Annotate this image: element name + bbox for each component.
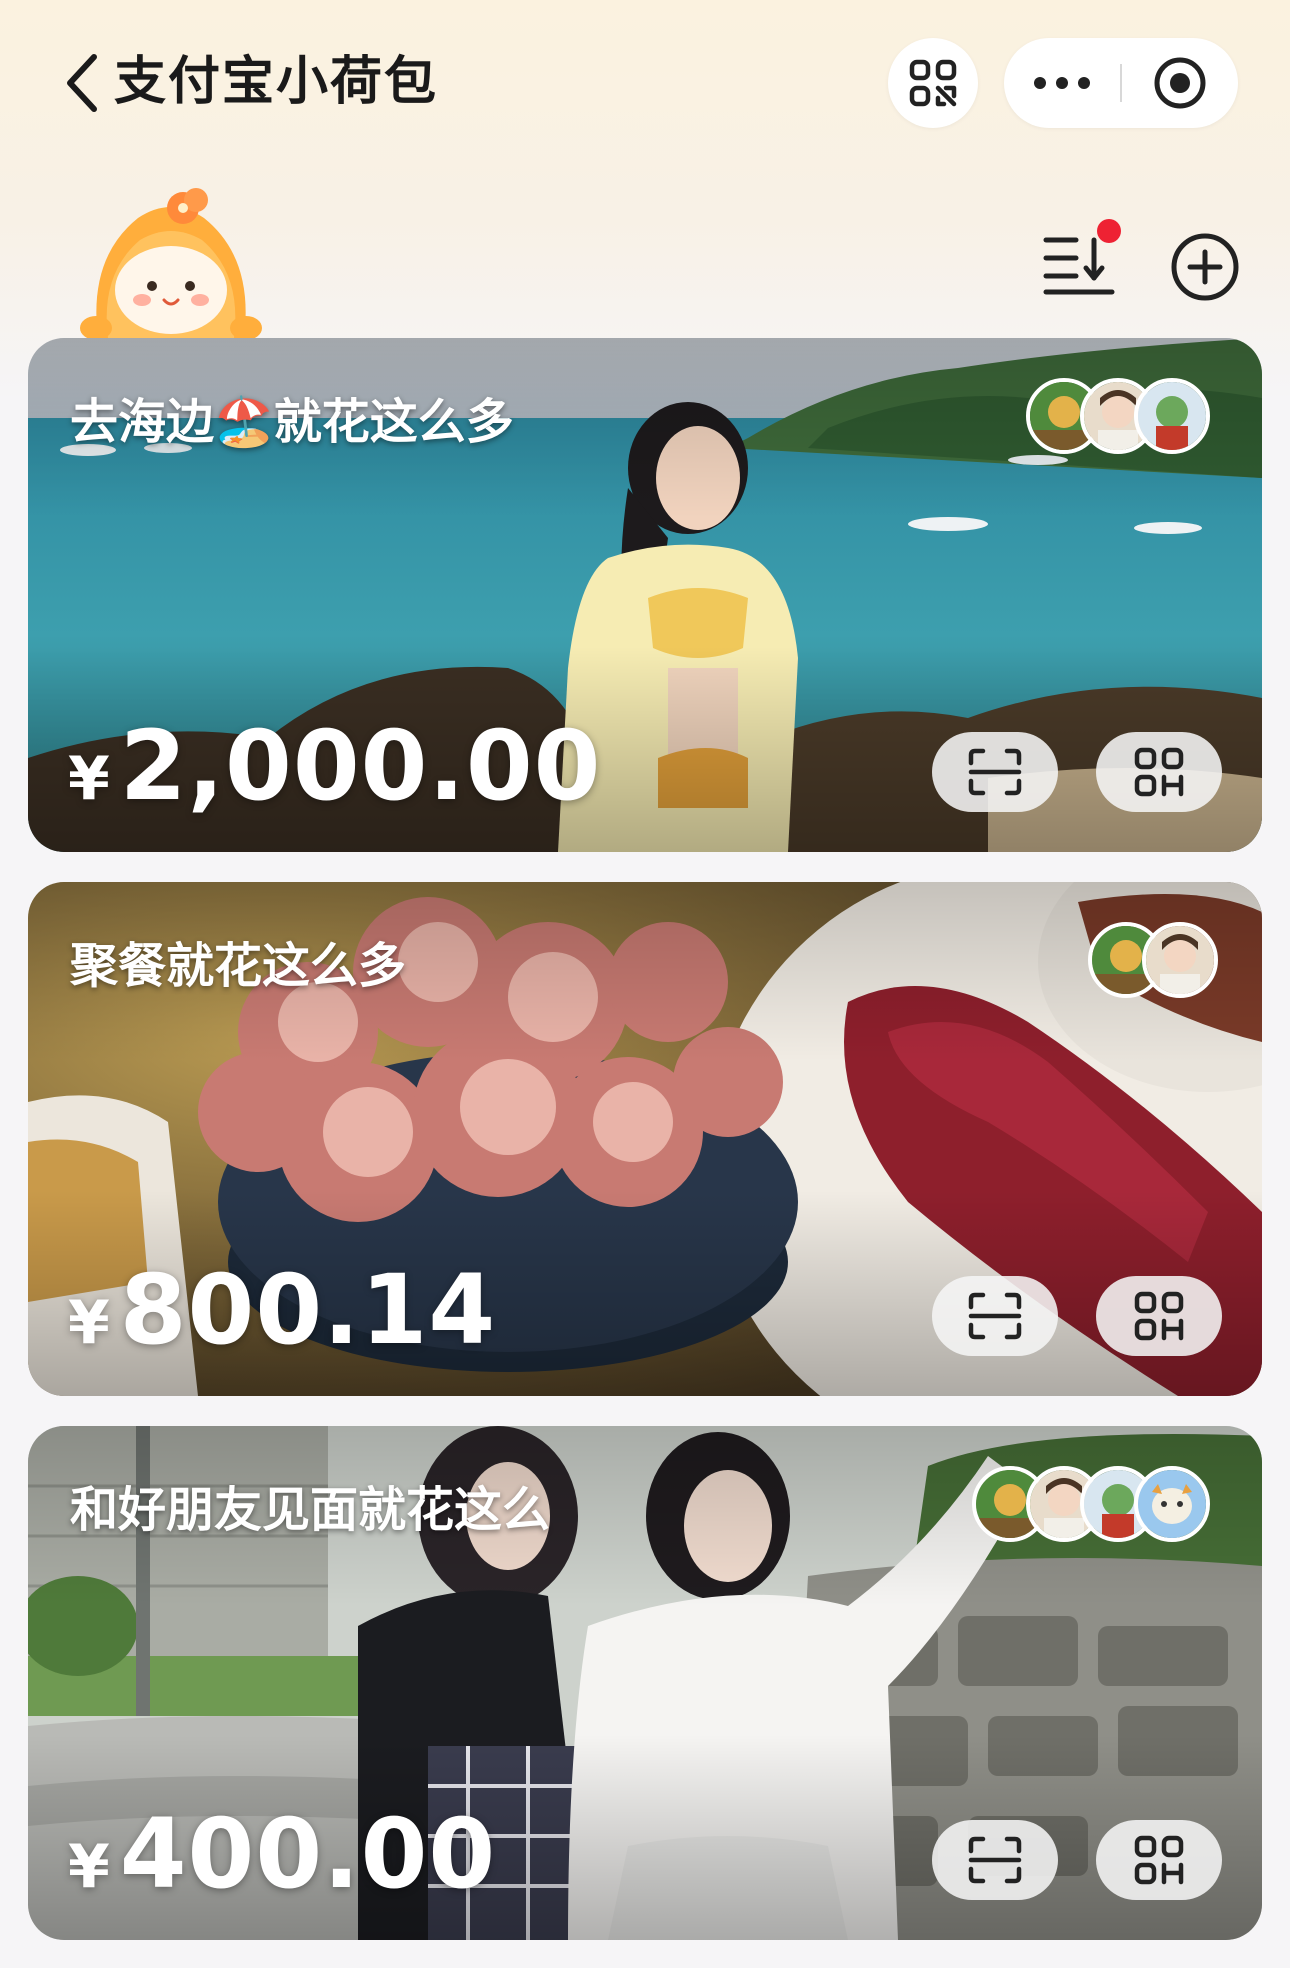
target-close-icon	[1154, 57, 1206, 109]
payment-code-button[interactable]	[1096, 1820, 1222, 1900]
qr-scan-icon	[909, 59, 957, 107]
scan-pay-button[interactable]	[932, 1276, 1058, 1356]
mascot-illustration	[80, 188, 262, 338]
mini-program-capsule	[1004, 38, 1238, 128]
add-circle-icon	[1171, 233, 1239, 301]
payment-code-button[interactable]	[1096, 1276, 1222, 1356]
scan-frame-icon	[968, 1836, 1022, 1884]
sort-button[interactable]	[1040, 218, 1121, 298]
scan-button[interactable]	[888, 38, 978, 128]
close-button[interactable]	[1122, 38, 1238, 128]
scan-frame-icon	[968, 1292, 1022, 1340]
more-button[interactable]	[1004, 38, 1120, 128]
card-amount: ¥ 800.14	[68, 1254, 496, 1366]
scan-pay-button[interactable]	[932, 732, 1058, 812]
pocket-card-food[interactable]: 聚餐就花这么多 ¥ 800.14	[28, 882, 1262, 1396]
qr-code-icon	[1134, 1291, 1184, 1341]
payment-code-button[interactable]	[1096, 732, 1222, 812]
nav-bar: 支付宝小荷包	[0, 0, 1290, 170]
qr-code-icon	[1134, 747, 1184, 797]
back-button[interactable]	[56, 48, 108, 118]
amount-value: 2,000.00	[119, 710, 602, 822]
pocket-card-beach[interactable]: 去海边🏖️就花这么多 ¥ 2,000.00	[28, 338, 1262, 852]
chevron-left-icon	[67, 54, 97, 112]
card-amount: ¥ 400.00	[68, 1798, 496, 1910]
page-title: 支付宝小荷包	[114, 52, 439, 112]
more-dots-icon	[1034, 77, 1090, 89]
card-title: 和好朋友见面就花这么	[70, 1482, 551, 1538]
avatar	[1134, 1466, 1210, 1542]
notification-dot	[1097, 219, 1121, 243]
card-amount: ¥ 2,000.00	[68, 710, 601, 822]
add-button[interactable]	[1168, 230, 1242, 304]
scan-frame-icon	[968, 748, 1022, 796]
amount-value: 400.00	[119, 1798, 497, 1910]
card-title: 聚餐就花这么多	[70, 938, 407, 994]
scan-pay-button[interactable]	[932, 1820, 1058, 1900]
currency-symbol: ¥	[68, 744, 110, 814]
currency-symbol: ¥	[68, 1832, 110, 1902]
currency-symbol: ¥	[68, 1288, 110, 1358]
pocket-card-friends[interactable]: 和好朋友见面就花这么 ¥ 400.00	[28, 1426, 1262, 1940]
avatar	[1142, 922, 1218, 998]
card-title: 去海边🏖️就花这么多	[70, 394, 514, 450]
amount-value: 800.14	[119, 1254, 497, 1366]
qr-code-icon	[1134, 1835, 1184, 1885]
avatar	[1134, 378, 1210, 454]
